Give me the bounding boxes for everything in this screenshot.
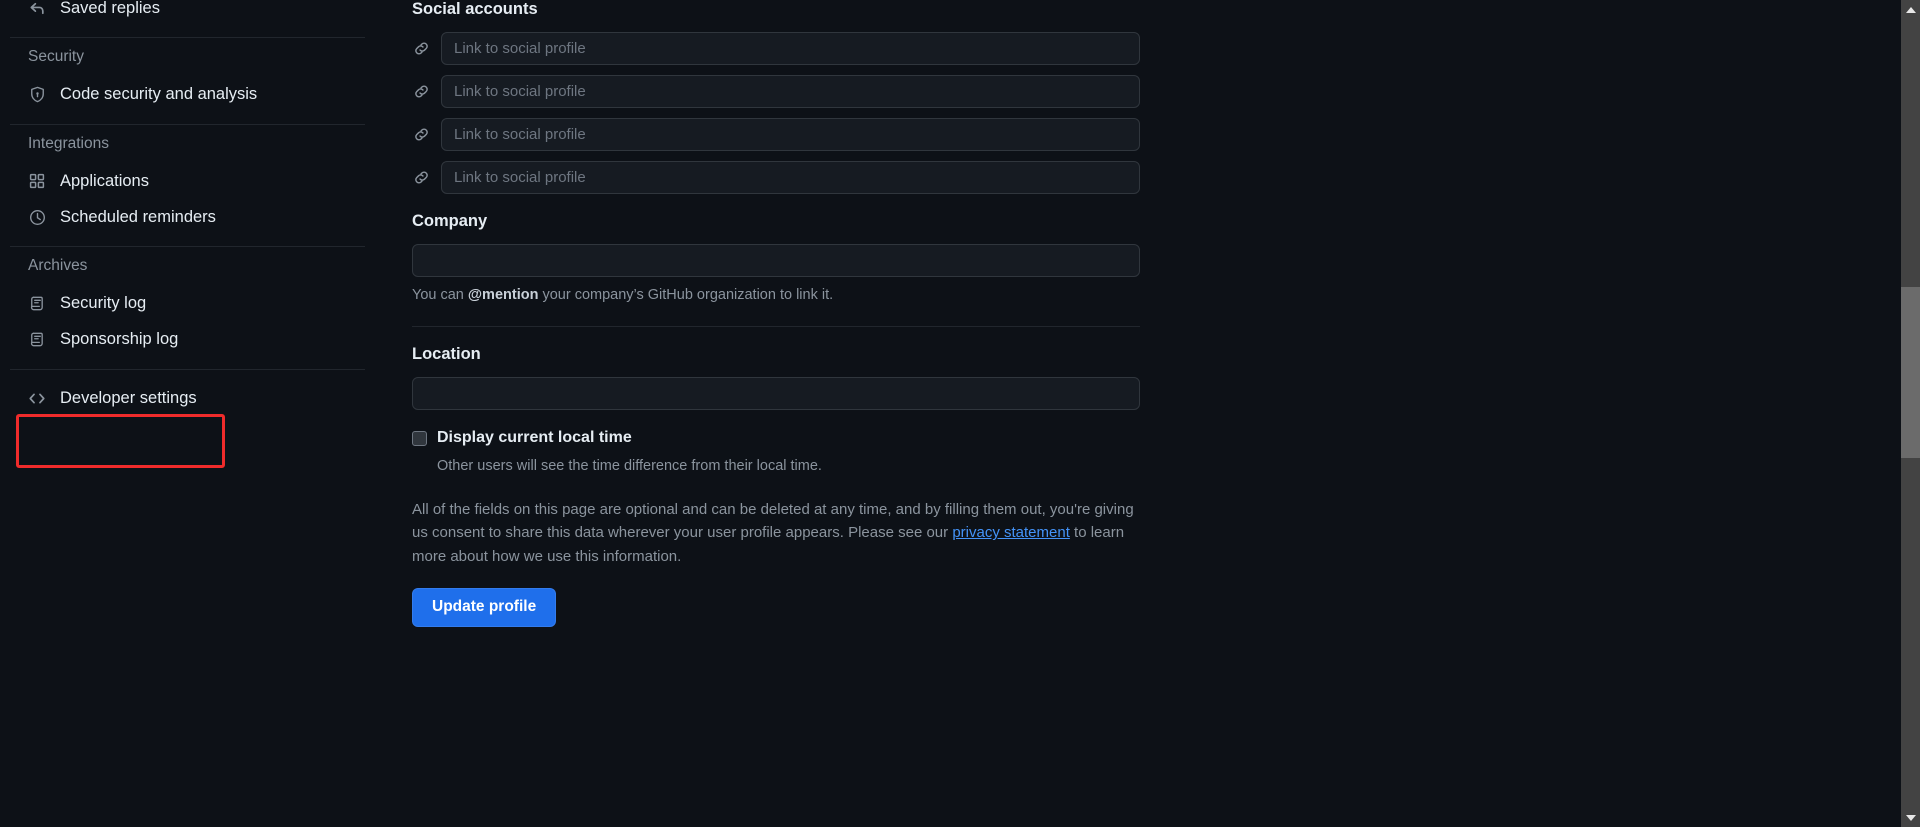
profile-settings-content: Social accounts Link to social profile L… [390,0,1920,827]
sidebar-item-label: Applications [60,171,149,190]
sidebar-item-label: Sponsorship log [60,330,179,349]
social-accounts-heading: Social accounts [412,0,538,18]
sidebar-item-code-security-and-analysis[interactable]: Code security and analysis [0,77,390,113]
display-local-time-help: Other users will see the time difference… [437,457,822,474]
sidebar-item-label: Security log [60,294,147,313]
link-icon [412,168,430,186]
sidebar-divider [10,246,365,247]
display-local-time-label[interactable]: Display current local time [437,428,632,449]
company-help-prefix: You can [412,286,468,303]
link-icon [412,125,430,143]
reply-icon [28,0,46,17]
update-profile-button[interactable]: Update profile [412,587,557,627]
location-input[interactable] [412,377,1140,411]
apps-grid-icon [28,172,46,190]
sidebar-item-applications[interactable]: Applications [0,163,390,199]
company-input[interactable] [412,243,1140,277]
company-help-text: You can @mention your company’s GitHub o… [412,285,1140,307]
company-help-suffix: your company’s GitHub organization to li… [538,286,834,303]
sidebar-item-label: Scheduled reminders [60,207,216,226]
company-help-mention: @mention [467,286,539,303]
sidebar-item-scheduled-reminders[interactable]: Scheduled reminders [0,199,390,235]
sidebar-item-developer-settings[interactable]: Developer settings [0,381,390,417]
code-brackets-icon [28,390,46,408]
location-heading: Location [412,345,481,364]
link-icon [412,39,430,57]
sidebar-group-title-archives: Archives [28,257,88,274]
sidebar-item-label: Developer settings [60,389,197,408]
scrollbar-up-arrow[interactable] [1901,0,1920,19]
sidebar-divider [10,368,365,370]
sidebar-divider [10,123,365,125]
sidebar-group-title-integrations: Integrations [28,134,109,152]
social-account-row [412,31,1140,65]
location-field-block: Location [412,345,1140,411]
sidebar-divider [10,37,365,38]
social-profile-input[interactable] [441,74,1140,108]
sidebar-item-label: Saved replies [60,0,160,17]
social-account-row [412,117,1140,151]
social-account-row [412,74,1140,108]
privacy-statement-link[interactable]: privacy statement [952,524,1070,541]
clock-icon [28,208,46,226]
shield-lock-icon [28,86,46,104]
display-local-time-checkbox[interactable] [412,431,427,447]
page-scrollbar[interactable] [1901,0,1920,827]
social-profile-input[interactable] [441,160,1140,194]
social-profile-input[interactable] [441,31,1140,65]
content-divider [412,326,1140,328]
developer-settings-highlight [16,414,225,468]
scroll-log-icon [28,295,46,313]
link-icon [412,82,430,100]
sidebar-item-security-log[interactable]: Security log [0,286,390,322]
scrollbar-down-arrow[interactable] [1901,808,1920,827]
social-profile-input[interactable] [441,117,1140,151]
settings-sidebar: Saved replies Security Code security and… [0,0,390,827]
consent-paragraph: All of the fields on this page are optio… [412,498,1140,568]
sidebar-group-title-security: Security [28,48,84,65]
display-local-time-row: Display current local time [412,428,1140,449]
company-heading: Company [412,211,488,230]
company-field-block: Company You can @mention your company’s … [412,212,1140,307]
social-account-row [412,160,1140,194]
scroll-log-icon [28,331,46,349]
page-viewport: Saved replies Security Code security and… [0,0,1920,827]
sidebar-item-label: Code security and analysis [60,85,258,104]
sidebar-item-saved-replies[interactable]: Saved replies [0,0,390,26]
sidebar-item-sponsorship-log[interactable]: Sponsorship log [0,322,390,358]
scrollbar-thumb[interactable] [1901,287,1920,458]
